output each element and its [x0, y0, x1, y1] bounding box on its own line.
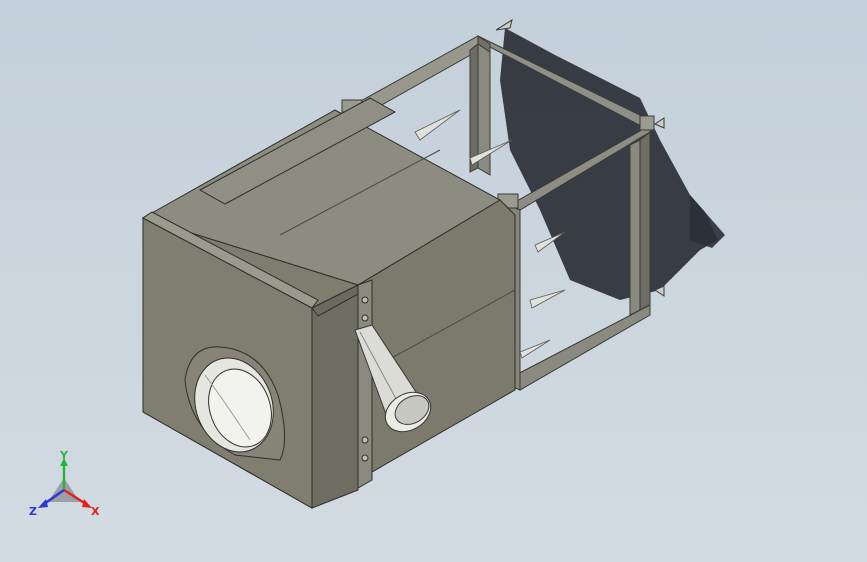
- main-housing[interactable]: [141, 97, 516, 509]
- cad-viewport[interactable]: Y X Z: [0, 0, 867, 562]
- 3d-model-view[interactable]: [0, 0, 867, 562]
